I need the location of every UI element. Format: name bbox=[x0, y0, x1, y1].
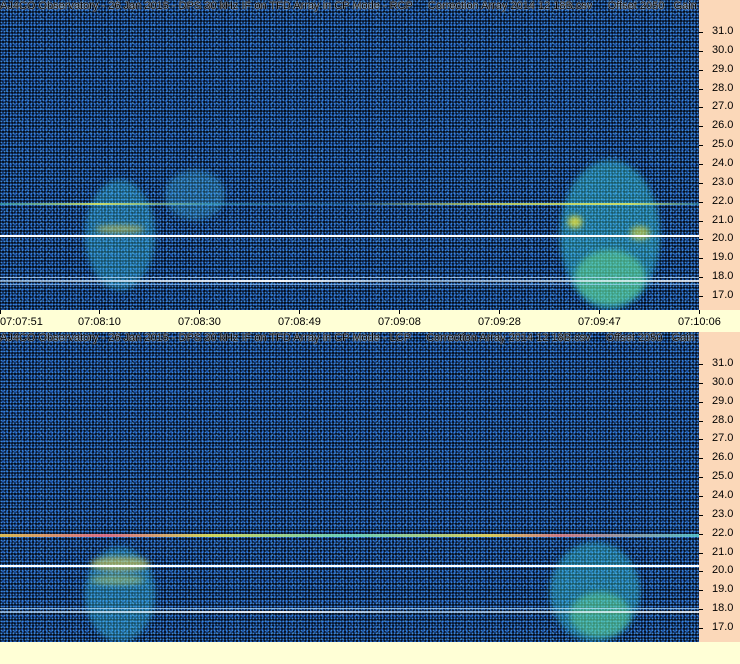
lcp-frequency-axis: 31.0 30.0 29.0 28.0 27.0 26.0 25.0 24.0 23.0 22.0… bbox=[699, 332, 740, 642]
lcp-y-tick bbox=[699, 402, 703, 403]
rcp-y-tick-label: 29.0 bbox=[712, 63, 734, 75]
rcp-y-tick-label: 26.0 bbox=[712, 119, 734, 131]
lcp-y-tick bbox=[699, 383, 703, 384]
x-tick bbox=[299, 310, 300, 314]
rcp-y-tick bbox=[699, 183, 703, 184]
rcp-y-tick bbox=[699, 258, 703, 259]
lcp-panel-title: AJ4CO Observatory - 26 Jan 2015 - DPS 30… bbox=[0, 332, 714, 344]
rcp-y-tick-label: 31.0 bbox=[712, 25, 734, 37]
x-tick bbox=[699, 310, 700, 314]
rcp-y-tick-label: 28.0 bbox=[712, 82, 734, 94]
lcp-y-tick bbox=[699, 571, 703, 572]
rcp-y-tick-label: 24.0 bbox=[712, 157, 734, 169]
lcp-y-tick-label: 17.0 bbox=[712, 621, 734, 633]
lcp-y-tick bbox=[699, 458, 703, 459]
lcp-y-tick-label: 30.0 bbox=[712, 376, 734, 388]
rcp-y-tick bbox=[699, 296, 703, 297]
rcp-y-tick bbox=[699, 239, 703, 240]
rcp-y-tick bbox=[699, 277, 703, 278]
time-axis: 07:07:51 07:08:10 07:08:30 07:08:49 07:09:08… bbox=[0, 310, 740, 332]
lcp-spectrogram-plot bbox=[0, 332, 699, 642]
rcp-y-tick-label: 27.0 bbox=[712, 100, 734, 112]
lcp-y-tick bbox=[699, 364, 703, 365]
rcp-y-tick-label: 25.0 bbox=[712, 138, 734, 150]
lcp-y-tick-label: 31.0 bbox=[712, 357, 734, 369]
rcp-y-tick-label: 17.0 bbox=[712, 289, 734, 301]
x-tick-label: 07:08:10 bbox=[78, 316, 121, 328]
lcp-y-tick bbox=[699, 628, 703, 629]
rcp-y-tick bbox=[699, 221, 703, 222]
rcp-y-tick-label: 22.0 bbox=[712, 195, 734, 207]
rcp-y-tick bbox=[699, 32, 703, 33]
lcp-y-tick bbox=[699, 515, 703, 516]
lcp-y-tick-label: 26.0 bbox=[712, 451, 734, 463]
lcp-y-tick-label: 25.0 bbox=[712, 470, 734, 482]
x-tick bbox=[199, 310, 200, 314]
x-tick-label: 07:08:30 bbox=[178, 316, 221, 328]
x-tick bbox=[399, 310, 400, 314]
x-tick bbox=[99, 310, 100, 314]
lcp-y-tick bbox=[699, 496, 703, 497]
lcp-y-tick-label: 18.0 bbox=[712, 602, 734, 614]
x-tick-label: 07:09:47 bbox=[578, 316, 621, 328]
lcp-y-tick bbox=[699, 439, 703, 440]
lcp-y-tick-label: 28.0 bbox=[712, 414, 734, 426]
x-tick-label: 07:09:08 bbox=[378, 316, 421, 328]
rcp-y-tick bbox=[699, 145, 703, 146]
x-tick bbox=[0, 310, 1, 314]
lcp-y-tick bbox=[699, 421, 703, 422]
rcp-y-tick-label: 19.0 bbox=[712, 251, 734, 263]
rcp-y-tick-label: 18.0 bbox=[712, 270, 734, 282]
rcp-panel-title: AJ4CO Observatory - 26 Jan 2015 - DPS 30… bbox=[0, 0, 716, 12]
lcp-y-tick-label: 27.0 bbox=[712, 432, 734, 444]
x-tick-label: 07:07:51 bbox=[0, 316, 43, 328]
lcp-y-tick-label: 24.0 bbox=[712, 489, 734, 501]
lcp-y-tick bbox=[699, 590, 703, 591]
rcp-y-tick-label: 20.0 bbox=[712, 232, 734, 244]
rcp-spectrogram-panel: AJ4CO Observatory - 26 Jan 2015 - DPS 30… bbox=[0, 0, 740, 332]
rcp-y-tick bbox=[699, 51, 703, 52]
lcp-y-tick-label: 22.0 bbox=[712, 527, 734, 539]
lcp-y-tick-label: 23.0 bbox=[712, 508, 734, 520]
lcp-y-tick bbox=[699, 609, 703, 610]
lcp-y-tick bbox=[699, 534, 703, 535]
lcp-y-tick bbox=[699, 477, 703, 478]
rcp-y-tick-label: 23.0 bbox=[712, 176, 734, 188]
x-tick bbox=[499, 310, 500, 314]
lcp-y-tick-label: 20.0 bbox=[712, 564, 734, 576]
rcp-y-tick bbox=[699, 70, 703, 71]
rcp-y-tick-label: 30.0 bbox=[712, 44, 734, 56]
rcp-y-tick bbox=[699, 89, 703, 90]
lcp-y-tick-label: 29.0 bbox=[712, 395, 734, 407]
rcp-y-tick bbox=[699, 202, 703, 203]
lcp-y-tick-label: 19.0 bbox=[712, 583, 734, 595]
x-tick bbox=[599, 310, 600, 314]
rcp-y-tick bbox=[699, 164, 703, 165]
lcp-y-tick bbox=[699, 553, 703, 554]
lcp-spectrogram-panel: AJ4CO Observatory - 26 Jan 2015 - DPS 30… bbox=[0, 332, 740, 642]
x-tick-label: 07:08:49 bbox=[278, 316, 321, 328]
bottom-strip bbox=[0, 642, 740, 664]
rcp-y-tick-label: 21.0 bbox=[712, 214, 734, 226]
rcp-spectrogram-plot bbox=[0, 0, 699, 310]
rcp-y-tick bbox=[699, 126, 703, 127]
rcp-y-tick bbox=[699, 107, 703, 108]
lcp-y-tick-label: 21.0 bbox=[712, 546, 734, 558]
rcp-frequency-axis: 31.0 30.0 29.0 28.0 27.0 26.0 25.0 24.0 23.0 22.0… bbox=[699, 0, 740, 310]
x-tick-label: 07:09:28 bbox=[478, 316, 521, 328]
x-tick-label: 07:10:06 bbox=[678, 316, 721, 328]
